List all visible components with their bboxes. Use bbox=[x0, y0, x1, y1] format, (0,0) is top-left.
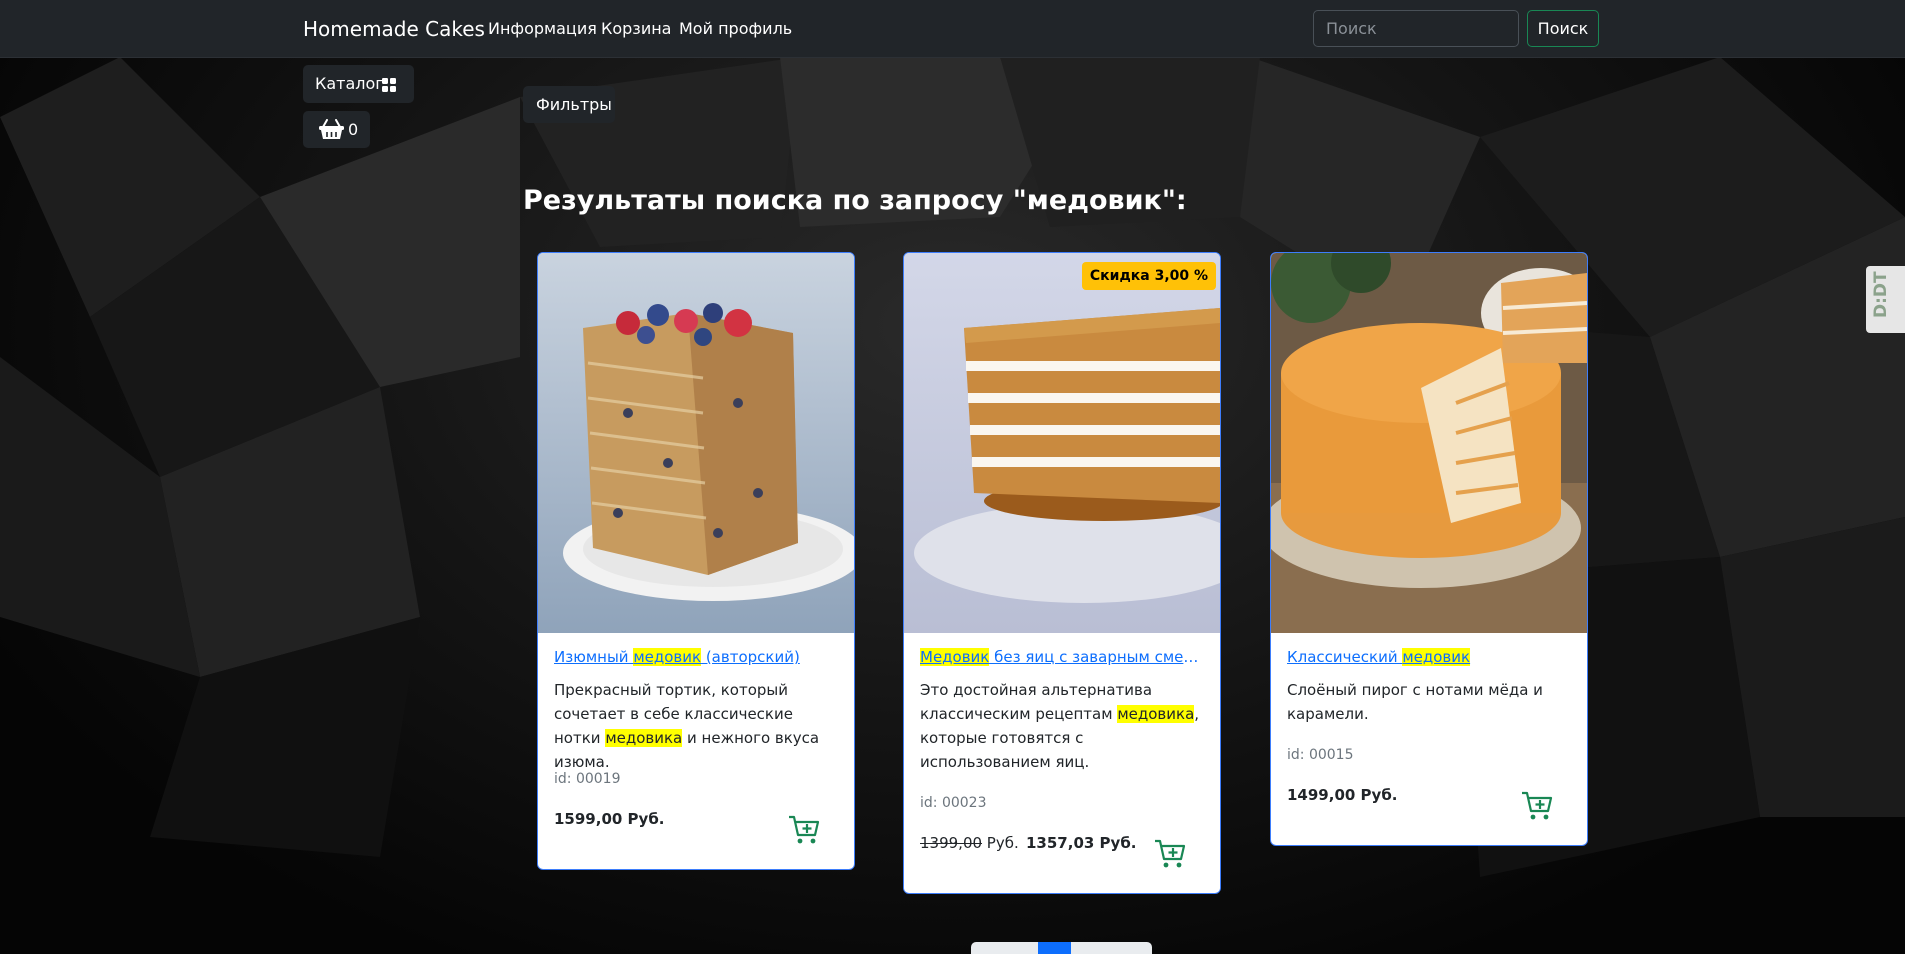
product-title-link[interactable]: Изюмный медовик (авторский) bbox=[554, 648, 840, 666]
top-navbar: Homemade Cakes Информация Корзина Мой пр… bbox=[0, 0, 1905, 58]
catalog-button[interactable]: Каталог bbox=[303, 65, 414, 103]
product-price: 1599,00 Руб. bbox=[554, 810, 665, 828]
product-image[interactable] bbox=[1271, 253, 1587, 633]
brand-logo[interactable]: Homemade Cakes bbox=[303, 17, 485, 41]
product-image[interactable] bbox=[538, 253, 854, 633]
product-card: Изюмный медовик (авторский) Прекрасный т… bbox=[537, 252, 855, 870]
product-card: Классический медовик Слоёный пирог с нот… bbox=[1270, 252, 1588, 846]
product-title-link[interactable]: Медовик без яиц с заварным сметан... bbox=[920, 648, 1206, 666]
search-button[interactable]: Поиск bbox=[1527, 10, 1599, 47]
product-old-price: 1399,00 Руб. bbox=[920, 834, 1019, 852]
cart-plus-icon[interactable] bbox=[788, 815, 820, 845]
grid-icon bbox=[382, 78, 396, 92]
search-input[interactable] bbox=[1313, 10, 1519, 47]
search-results-heading: Результаты поиска по запросу "медовик": bbox=[523, 185, 1187, 216]
cart-count: 0 bbox=[348, 120, 359, 139]
filters-button[interactable]: Фильтры bbox=[523, 86, 615, 123]
product-id: id: 00023 bbox=[920, 795, 987, 811]
nav-link-profile[interactable]: Мой профиль bbox=[679, 19, 792, 38]
product-card: Медовик без яиц с заварным сметан... Это… bbox=[903, 252, 1221, 894]
product-id: id: 00019 bbox=[554, 771, 621, 787]
product-id: id: 00015 bbox=[1287, 747, 1354, 763]
nav-link-cart[interactable]: Корзина bbox=[601, 19, 671, 38]
product-image[interactable] bbox=[904, 253, 1220, 633]
product-description: Прекрасный тортик, который сочетает в се… bbox=[554, 681, 820, 771]
cart-plus-icon[interactable] bbox=[1521, 791, 1553, 821]
basket-icon bbox=[319, 119, 344, 139]
pagination-active-page[interactable] bbox=[1038, 942, 1071, 954]
cart-summary-button[interactable]: 0 bbox=[303, 111, 370, 148]
product-description: Это достойная альтернатива классическим … bbox=[920, 681, 1200, 771]
product-title-link[interactable]: Классический медовик bbox=[1287, 648, 1573, 666]
extension-tab[interactable]: D:DT bbox=[1866, 266, 1905, 333]
product-price: 1357,03 Руб. bbox=[1026, 834, 1137, 852]
nav-link-info[interactable]: Информация bbox=[488, 19, 597, 38]
cart-plus-icon[interactable] bbox=[1154, 839, 1186, 869]
discount-badge: Скидка 3,00 % bbox=[1082, 262, 1216, 290]
pagination[interactable] bbox=[971, 942, 1152, 954]
product-price: 1499,00 Руб. bbox=[1287, 786, 1398, 804]
catalog-label: Каталог bbox=[315, 74, 384, 93]
product-description: Слоёный пирог с нотами мёда и карамели. bbox=[1287, 681, 1543, 723]
extension-label: D:DT bbox=[1871, 271, 1891, 318]
